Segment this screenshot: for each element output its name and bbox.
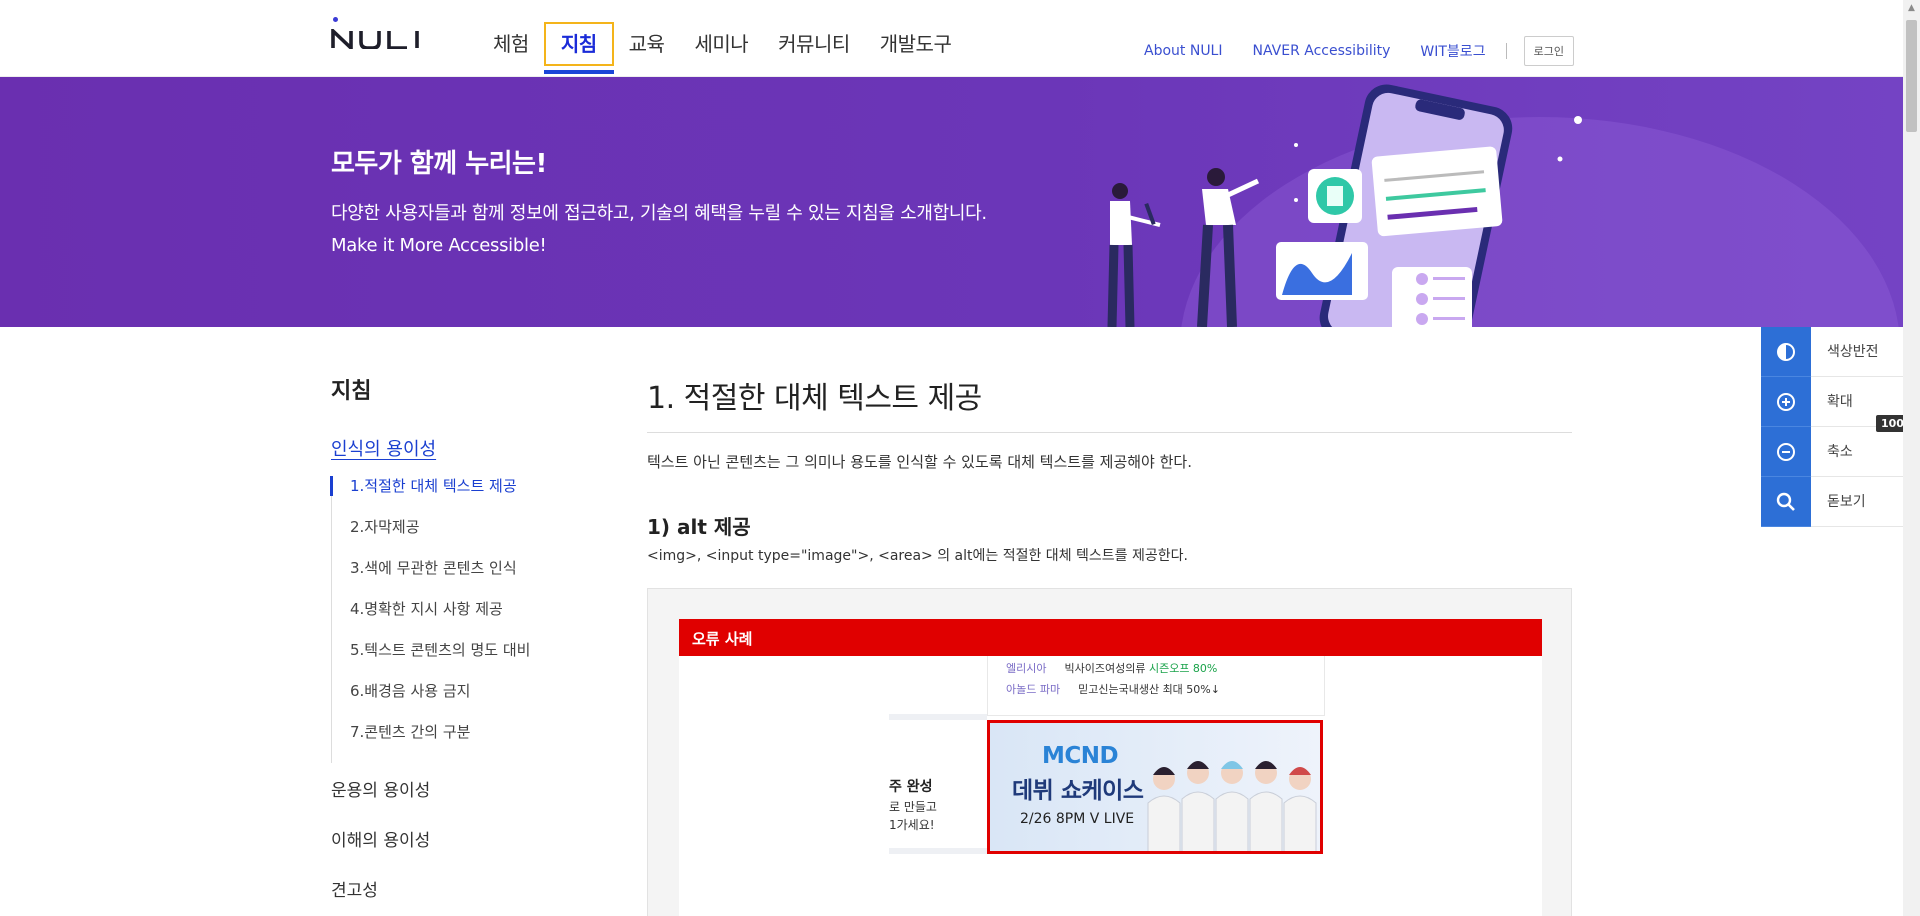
left-promo-line2: 1가세요!: [889, 818, 935, 832]
login-button[interactable]: 로그인: [1523, 36, 1574, 66]
about-nuli-link[interactable]: About NULI: [1144, 43, 1223, 59]
naver-accessibility-link[interactable]: NAVER Accessibility: [1253, 43, 1391, 59]
utility-links: About NULI NAVER Accessibility WIT블로그 로그…: [1144, 36, 1574, 66]
main-content: 1. 적절한 대체 텍스트 제공 텍스트 아닌 콘텐츠는 그 의미나 용도를 인…: [647, 373, 1572, 916]
hero-banner: 모두가 함께 누리는! 다양한 사용자들과 함께 정보에 접근하고, 기술의 혜…: [0, 77, 1903, 327]
left-promo-text: 로 만들고 1가세요!: [889, 798, 937, 834]
section-title: 1) alt 제공: [647, 515, 751, 539]
nuli-logo[interactable]: [331, 15, 439, 59]
invert-color-label: 색상반전: [1827, 344, 1879, 360]
nav-community[interactable]: 커뮤니티: [763, 24, 865, 64]
hero-illustration: [1107, 84, 1582, 327]
magnifier-icon: [1761, 477, 1811, 527]
invert-color-button[interactable]: 색상반전: [1761, 327, 1903, 377]
left-navigation: 지침 인식의 용이성 1.적절한 대체 텍스트 제공 2.자막제공 3.색에 무…: [330, 373, 581, 901]
main-navigation: 체험 지침 교육 세미나 커뮤니티 개발도구: [478, 22, 967, 74]
lnb-item-captions[interactable]: 2.자막제공: [332, 517, 581, 558]
left-promo-title: 주 완성: [889, 779, 933, 795]
hero-desc-line1: 다양한 사용자들과 함께 정보에 접근하고, 기술의 혜택을 누릴 수 있는 지…: [331, 203, 987, 224]
lnb-submenu: 1.적절한 대체 텍스트 제공 2.자막제공 3.색에 무관한 콘텐츠 인식 4…: [330, 476, 581, 763]
ad-row-1: 엘리시아 빅사이즈여성의류 시즌오프 80%: [1006, 660, 1217, 676]
lnb-item-contrast[interactable]: 5.텍스트 콘텐츠의 명도 대비: [332, 640, 581, 681]
nav-education[interactable]: 교육: [614, 24, 680, 64]
page-scrollbar[interactable]: ▲: [1903, 0, 1920, 916]
lnb-item-clear-instructions[interactable]: 4.명확한 지시 사항 제공: [332, 599, 581, 640]
banner-subtitle: 데뷔 쇼케이스: [1012, 778, 1144, 804]
left-promo-line1: 로 만들고: [889, 800, 937, 814]
example-box: 오류 사례 엘리시아 빅사이즈여성의류 시즌오프 80% 아놀드 파마 믿고신는국내…: [647, 588, 1572, 916]
left-promo-box: 주 완성 로 만들고 1가세요!: [889, 714, 987, 854]
zoom-out-button[interactable]: 축소: [1761, 427, 1903, 477]
ad-list-box: 엘리시아 빅사이즈여성의류 시즌오프 80% 아놀드 파마 믿고신는국내생산 최대 …: [987, 656, 1325, 716]
banner-date: 2/26 8PM V LIVE: [1020, 811, 1135, 827]
band-members-image: [1147, 761, 1317, 851]
lnb-category-robust[interactable]: 견고성: [331, 876, 378, 901]
hero-title: 모두가 함께 누리는!: [331, 149, 547, 179]
zoom-out-icon: [1761, 427, 1811, 477]
magnifier-button[interactable]: 돋보기: [1761, 477, 1903, 527]
lnb-category-perceivable[interactable]: 인식의 용이성: [331, 435, 436, 461]
scroll-up-arrow-icon[interactable]: ▲: [1903, 0, 1920, 17]
hero-description: 다양한 사용자들과 함께 정보에 접근하고, 기술의 혜택을 누릴 수 있는 지…: [331, 198, 987, 262]
magnifier-label: 돋보기: [1827, 494, 1866, 510]
nav-dev-tools[interactable]: 개발도구: [865, 24, 967, 64]
contrast-icon: [1761, 327, 1811, 377]
title-divider: [647, 432, 1572, 433]
example-screenshot: 엘리시아 빅사이즈여성의류 시즌오프 80% 아놀드 파마 믿고신는국내생산 최대 …: [889, 656, 1329, 886]
lnb-category-operable[interactable]: 운용의 용이성: [331, 776, 430, 801]
section-description: <img>, <input type="image">, <area> 의 al…: [647, 548, 1188, 564]
lnb-item-color-independent[interactable]: 3.색에 무관한 콘텐츠 인식: [332, 558, 581, 599]
lnb-item-no-bg-audio[interactable]: 6.배경음 사용 금지: [332, 681, 581, 722]
lnb-title: 지침: [331, 379, 372, 404]
hero-desc-line2: Make it More Accessible!: [331, 235, 547, 256]
page-title: 1. 적절한 대체 텍스트 제공: [647, 381, 982, 416]
nav-seminar[interactable]: 세미나: [679, 24, 763, 64]
nav-experience[interactable]: 체험: [478, 24, 544, 64]
zoom-in-label: 확대: [1827, 394, 1853, 410]
nav-guidelines[interactable]: 지침: [543, 22, 614, 74]
scroll-thumb[interactable]: [1906, 20, 1917, 132]
ad-brand-2: 아놀드 파마: [1006, 683, 1061, 696]
mcnd-banner-image[interactable]: MCND 데뷔 쇼케이스 2/26 8PM V LIVE: [987, 720, 1323, 854]
ad-text-2: 믿고신는국내생산 최대 50%↓: [1078, 683, 1220, 696]
banner-title: MCND: [1042, 743, 1119, 769]
zoom-in-icon: [1761, 377, 1811, 427]
zoom-out-label: 축소: [1827, 444, 1853, 460]
lnb-item-content-separation[interactable]: 7.콘텐츠 간의 구분: [332, 722, 581, 763]
logo-dot: [333, 17, 338, 22]
wit-blog-link[interactable]: WIT블로그: [1420, 41, 1485, 61]
site-header: 체험 지침 교육 세미나 커뮤니티 개발도구 About NULI NAVER …: [0, 0, 1903, 77]
error-example-body: 엘리시아 빅사이즈여성의류 시즌오프 80% 아놀드 파마 믿고신는국내생산 최대 …: [679, 656, 1542, 916]
util-divider: [1505, 43, 1507, 59]
lnb-item-alt-text[interactable]: 1.적절한 대체 텍스트 제공: [330, 476, 581, 517]
ad-highlight-1: 시즌오프 80%: [1148, 662, 1218, 675]
logo-wordmark-icon: [331, 29, 419, 49]
error-example-header: 오류 사례: [679, 619, 1542, 656]
ad-text-1: 빅사이즈여성의류: [1064, 662, 1149, 675]
intro-text: 텍스트 아닌 콘텐츠는 그 의미나 용도를 인식할 수 있도록 대체 텍스트를 …: [647, 453, 1192, 471]
ad-row-2: 아놀드 파마 믿고신는국내생산 최대 50%↓: [1006, 681, 1220, 697]
lnb-category-understandable[interactable]: 이해의 용이성: [331, 826, 430, 851]
ad-brand-1: 엘리시아: [1006, 662, 1047, 675]
